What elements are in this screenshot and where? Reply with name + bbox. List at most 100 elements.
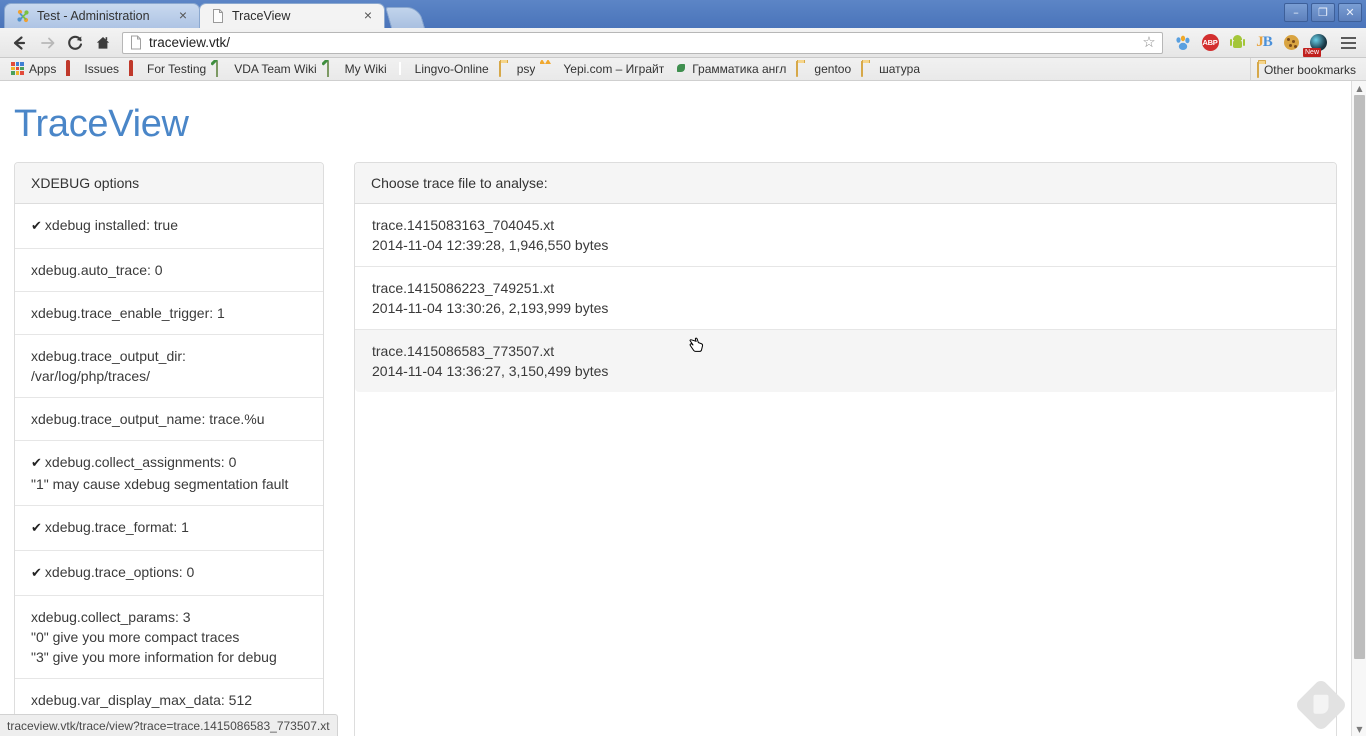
bookmark-gentoo[interactable]: gentoo [791,60,856,78]
extensions-bar: ABP JB New [1171,31,1360,57]
check-icon: ✔ [31,219,42,234]
bookmark-vda-team-wiki[interactable]: VDA Team Wiki [211,60,321,78]
trace-file-name: trace.1415083163_704045.xt [372,217,555,233]
option-text: xdebug.auto_trace: 0 [31,262,163,278]
option-text: xdebug.var_display_max_data: 512 [31,692,253,708]
bookmark-label: My Wiki [344,62,387,76]
status-bar: traceview.vtk/trace/view?trace=trace.141… [0,714,338,736]
page-info-icon [129,35,143,50]
option-text: xdebug.trace_output_dir: [31,348,186,364]
other-bookmarks-button[interactable]: Other bookmarks [1249,58,1362,80]
apps-grid-icon [11,62,25,76]
cookie-extension-icon[interactable] [1279,31,1303,55]
trace-file-row[interactable]: trace.1415086583_773507.xt 2014-11-04 13… [355,330,1336,392]
window-controls: – ❐ ✕ [1284,3,1362,22]
trace-file-name: trace.1415086583_773507.xt [372,343,555,359]
bookmark-psy[interactable]: psy [494,60,541,78]
option-text: xdebug installed: true [44,217,178,233]
trace-file-meta: 2014-11-04 12:39:28, 1,946,550 bytes [372,237,609,253]
wiki-icon [216,61,230,77]
adblock-plus-icon[interactable]: ABP [1198,31,1222,55]
trace-file-meta: 2014-11-04 13:30:26, 2,193,999 bytes [372,300,609,316]
bookmark-label: gentoo [814,62,852,76]
scroll-up-arrow-icon[interactable]: ▲ [1352,81,1366,95]
trace-file-row[interactable]: trace.1415086223_749251.xt 2014-11-04 13… [355,267,1336,330]
bookmark-my-wiki[interactable]: My Wiki [322,60,392,78]
xdebug-options-panel: XDEBUG options ✔ xdebug installed: true x… [14,162,324,736]
list-item: xdebug.trace_enable_trigger: 1 [15,292,323,335]
close-window-button[interactable]: ✕ [1338,3,1362,22]
bookmark-label: Apps [29,62,57,76]
cat-icon [545,62,559,76]
folder-icon [498,61,513,77]
paw-extension-icon[interactable] [1171,31,1195,55]
bookmark-lingvo-online[interactable]: Lingvo-Online [392,60,494,78]
bookmark-issues[interactable]: Issues [61,60,124,78]
status-url: traceview.vtk/trace/view?trace=trace.141… [7,718,330,733]
maximize-button[interactable]: ❐ [1311,3,1335,22]
option-subtext: "1" may cause xdebug segmentation fault [31,476,289,492]
bookmarks-bar: Apps Issues For Testing VDA Team Wiki My… [0,58,1366,81]
new-badge: New [1303,47,1322,57]
leaf-icon [674,62,688,76]
url-text[interactable]: traceview.vtk/ [149,35,1140,50]
browser-tab-strip: Test - Administration × TraceView × – ❐ … [0,0,1366,28]
trace-file-meta: 2014-11-04 13:36:27, 3,150,499 bytes [372,363,609,379]
reload-icon[interactable] [62,31,88,55]
browser-tab-1[interactable]: TraceView × [199,3,385,28]
scroll-down-arrow-icon[interactable]: ▼ [1352,722,1366,736]
hamburger-menu-icon[interactable] [1336,31,1360,55]
bookmark-label: VDA Team Wiki [234,62,317,76]
option-text: xdebug.trace_format: 1 [44,519,189,535]
panel-header: XDEBUG options [15,163,323,204]
trace-file-row[interactable]: trace.1415083163_704045.xt 2014-11-04 12… [355,204,1336,267]
browser-tab-0[interactable]: Test - Administration × [4,3,200,28]
close-icon[interactable]: × [175,8,191,24]
list-item: xdebug.trace_output_name: trace.%u [15,398,323,441]
option-subtext: /var/log/php/traces/ [31,368,151,384]
new-tab-button[interactable] [384,7,426,28]
scrollbar-thumb[interactable] [1354,95,1365,659]
folder-icon [861,61,875,77]
bookmark-star-icon[interactable]: ☆ [1140,34,1158,52]
bookmark-label: psy [516,62,536,76]
joomla-icon [15,8,31,24]
list-item: xdebug.trace_output_dir: /var/log/php/tr… [15,335,323,398]
vertical-scrollbar[interactable]: ▲ ▼ [1351,81,1366,736]
trace-files-panel: Choose trace file to analyse: trace.1415… [354,162,1337,736]
redmine-icon [129,60,143,76]
bookmark-yepi[interactable]: Yepi.com – Играйт [540,60,669,78]
home-icon[interactable] [90,31,116,55]
bookmark-shatura[interactable]: шатура [856,60,925,78]
list-item: xdebug.auto_trace: 0 [15,249,323,292]
bookmark-label: шатура [879,62,921,76]
page-title: TraceView [14,103,189,145]
address-bar[interactable]: traceview.vtk/ ☆ [122,31,1163,54]
jetbrains-extension-icon[interactable]: JB [1252,31,1276,55]
browser-tab-0-title: Test - Administration [37,9,150,23]
page-viewport: TraceView XDEBUG options ✔ xdebug install… [0,81,1366,736]
screenshot-extension-icon[interactable]: New [1303,31,1330,57]
minimize-button[interactable]: – [1284,3,1308,22]
option-subtext: "3" give you more information for debug [31,649,277,665]
bookmark-grammar[interactable]: Грамматика англ [669,60,791,78]
option-text: xdebug.trace_options: 0 [44,564,195,580]
list-item: ✔ xdebug.trace_options: 0 [15,551,323,596]
bookmark-label: Lingvo-Online [414,62,489,76]
bookmark-label: Yepi.com – Играйт [563,62,665,76]
folder-icon [1256,61,1259,78]
forward-arrow-icon [34,31,60,55]
browser-tab-1-title: TraceView [232,9,291,23]
bookmark-apps[interactable]: Apps [6,60,61,78]
list-item: ✔ xdebug installed: true [15,204,323,249]
wiki-icon [326,61,341,77]
abp-label: ABP [1201,34,1219,51]
back-arrow-icon[interactable] [6,31,32,55]
traceview-page: TraceView XDEBUG options ✔ xdebug install… [0,103,1351,736]
check-icon: ✔ [31,566,42,581]
bookmark-for-testing[interactable]: For Testing [124,60,211,78]
close-icon[interactable]: × [360,8,376,24]
option-text: xdebug.collect_assignments: 0 [44,454,237,470]
other-bookmarks-label: Other bookmarks [1263,62,1356,77]
android-extension-icon[interactable] [1225,31,1249,55]
